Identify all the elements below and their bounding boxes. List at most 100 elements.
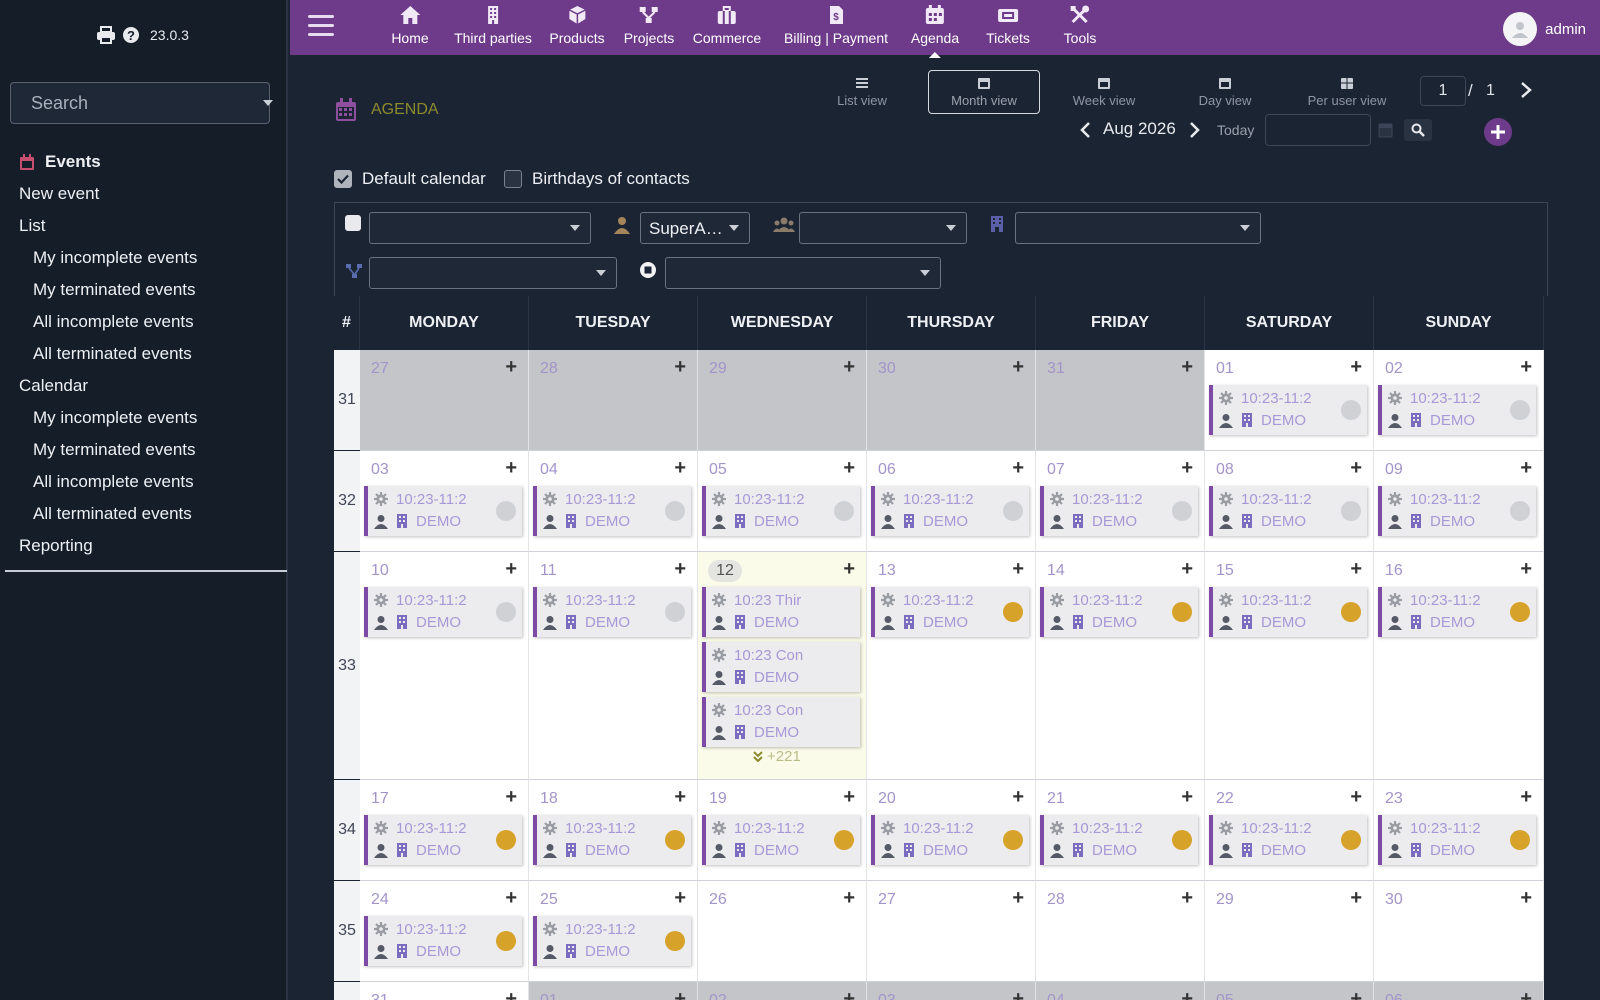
next-month-icon[interactable] xyxy=(1188,120,1202,140)
add-event-plus-icon[interactable]: + xyxy=(843,558,855,581)
event-card[interactable]: 10:23-11:2 DEMO xyxy=(364,486,522,536)
day-number[interactable]: 20 xyxy=(878,790,896,808)
day-number[interactable]: 06 xyxy=(878,461,896,479)
sidebar-item[interactable]: My terminated events xyxy=(0,434,288,466)
day-number[interactable]: 17 xyxy=(371,790,389,808)
day-number[interactable]: 26 xyxy=(709,891,727,909)
add-event-plus-icon[interactable]: + xyxy=(1181,457,1193,480)
day-number[interactable]: 28 xyxy=(1047,891,1065,909)
add-event-plus-icon[interactable]: + xyxy=(1181,786,1193,809)
event-card[interactable]: 10:23-11:2 DEMO xyxy=(871,587,1029,637)
day-cell[interactable]: 05 + xyxy=(1205,982,1374,1000)
today-button[interactable]: Today xyxy=(1217,122,1254,138)
day-cell[interactable]: 02 +10:23-11:2 DEMO xyxy=(1374,350,1544,451)
nav-products[interactable]: Products xyxy=(549,4,605,52)
day-number[interactable]: 29 xyxy=(1216,891,1234,909)
event-card[interactable]: 10:23-11:2 DEMO xyxy=(871,486,1029,536)
day-cell[interactable]: 31 + xyxy=(360,982,529,1000)
day-number[interactable]: 21 xyxy=(1047,790,1065,808)
event-card[interactable]: 10:23-11:2 DEMO xyxy=(364,916,522,966)
event-card[interactable]: 10:23-11:2 DEMO xyxy=(702,486,860,536)
day-number[interactable]: 23 xyxy=(1385,790,1403,808)
day-number[interactable]: 30 xyxy=(878,360,896,378)
event-card[interactable]: 10:23-11:2 DEMO xyxy=(1040,815,1198,865)
add-event-plus-icon[interactable]: + xyxy=(1181,356,1193,379)
day-cell[interactable]: 26 + xyxy=(698,881,867,982)
event-card[interactable]: 10:23 Con DEMO xyxy=(702,642,860,692)
day-number[interactable]: 11 xyxy=(540,562,557,580)
day-number[interactable]: 24 xyxy=(371,891,389,909)
nav-third-parties[interactable]: Third parties xyxy=(454,4,532,52)
event-type-select[interactable] xyxy=(369,212,591,244)
day-cell[interactable]: 06 + xyxy=(1374,982,1544,1000)
event-card[interactable]: 10:23-11:2 DEMO xyxy=(533,916,691,966)
view-list-view[interactable]: List view xyxy=(822,70,902,114)
day-number[interactable]: 27 xyxy=(878,891,896,909)
add-event-plus-icon[interactable]: + xyxy=(1350,786,1362,809)
day-number[interactable]: 08 xyxy=(1216,461,1234,479)
day-number[interactable]: 03 xyxy=(371,461,389,479)
day-cell[interactable]: 28 + xyxy=(529,350,698,451)
event-card[interactable]: 10:23 Con DEMO xyxy=(702,697,860,747)
user-select[interactable]: SuperA… xyxy=(640,212,750,244)
event-card[interactable]: 10:23-11:2 DEMO xyxy=(364,815,522,865)
day-number[interactable]: 04 xyxy=(540,461,558,479)
add-event-plus-icon[interactable]: + xyxy=(1012,558,1024,581)
sidebar-item[interactable]: Calendar xyxy=(0,370,288,402)
next-page-icon[interactable] xyxy=(1518,80,1534,100)
day-number[interactable]: 10 xyxy=(371,562,389,580)
event-card[interactable]: 10:23-11:2 DEMO xyxy=(702,815,860,865)
add-event-plus-icon[interactable]: + xyxy=(505,558,517,581)
day-cell[interactable]: 31 + xyxy=(1036,350,1205,451)
day-cell[interactable]: 16 +10:23-11:2 DEMO xyxy=(1374,552,1544,780)
filter-type-square-icon[interactable] xyxy=(345,215,361,231)
add-event-plus-icon[interactable]: + xyxy=(1350,988,1362,1000)
day-cell[interactable]: 30 + xyxy=(867,350,1036,451)
event-card[interactable]: 10:23-11:2 DEMO xyxy=(1378,385,1536,435)
event-card[interactable]: 10:23-11:2 DEMO xyxy=(1209,385,1367,435)
day-cell[interactable]: 01 +10:23-11:2 DEMO xyxy=(1205,350,1374,451)
day-number[interactable]: 07 xyxy=(1047,461,1065,479)
day-cell[interactable]: 04 + xyxy=(1036,982,1205,1000)
sidebar-item[interactable]: All terminated events xyxy=(0,498,288,530)
checkbox-checked[interactable] xyxy=(334,170,352,188)
project-select[interactable] xyxy=(369,257,617,289)
day-number[interactable]: 16 xyxy=(1385,562,1403,580)
day-number[interactable]: 31 xyxy=(371,992,389,1000)
add-event-plus-icon[interactable]: + xyxy=(843,457,855,480)
nav-projects[interactable]: Projects xyxy=(624,4,674,52)
day-number[interactable]: 28 xyxy=(540,360,558,378)
more-events-link[interactable]: +221 xyxy=(753,748,801,765)
add-event-plus-icon[interactable]: + xyxy=(1012,887,1024,910)
day-number[interactable]: 06 xyxy=(1385,992,1403,1000)
day-cell[interactable]: 27 + xyxy=(867,881,1036,982)
day-cell[interactable]: 03 +10:23-11:2 DEMO xyxy=(360,451,529,552)
day-number[interactable]: 04 xyxy=(1047,992,1065,1000)
day-cell[interactable]: 12 +10:23 Thir DEMO 10:23 Con DEMO 10:23 Con D… xyxy=(698,552,867,780)
sidebar-item[interactable]: All incomplete events xyxy=(0,466,288,498)
day-cell[interactable]: 21 +10:23-11:2 DEMO xyxy=(1036,780,1205,881)
day-cell[interactable]: 25 +10:23-11:2 DEMO xyxy=(529,881,698,982)
day-cell[interactable]: 06 +10:23-11:2 DEMO xyxy=(867,451,1036,552)
hamburger-menu-icon[interactable] xyxy=(308,15,334,37)
sidebar-item[interactable]: Events xyxy=(0,146,288,178)
day-number[interactable]: 30 xyxy=(1385,891,1403,909)
sidebar-item[interactable]: My terminated events xyxy=(0,274,288,306)
view-day-view[interactable]: Day view xyxy=(1176,70,1274,114)
day-cell[interactable]: 22 +10:23-11:2 DEMO xyxy=(1205,780,1374,881)
day-number[interactable]: 27 xyxy=(371,360,389,378)
add-event-plus-icon[interactable]: + xyxy=(1520,356,1532,379)
search-box[interactable] xyxy=(10,82,273,124)
day-cell[interactable]: 01 + xyxy=(529,982,698,1000)
event-card[interactable]: 10:23-11:2 DEMO xyxy=(364,587,522,637)
date-search-button[interactable] xyxy=(1404,119,1432,141)
add-event-plus-icon[interactable]: + xyxy=(1520,457,1532,480)
add-event-plus-icon[interactable]: + xyxy=(843,356,855,379)
add-event-plus-icon[interactable]: + xyxy=(1520,558,1532,581)
add-event-plus-icon[interactable]: + xyxy=(1520,786,1532,809)
day-cell[interactable]: 29 + xyxy=(698,350,867,451)
day-number[interactable]: 03 xyxy=(878,992,896,1000)
add-event-plus-icon[interactable]: + xyxy=(1350,558,1362,581)
add-event-plus-icon[interactable]: + xyxy=(674,356,686,379)
add-event-plus-icon[interactable]: + xyxy=(1012,786,1024,809)
